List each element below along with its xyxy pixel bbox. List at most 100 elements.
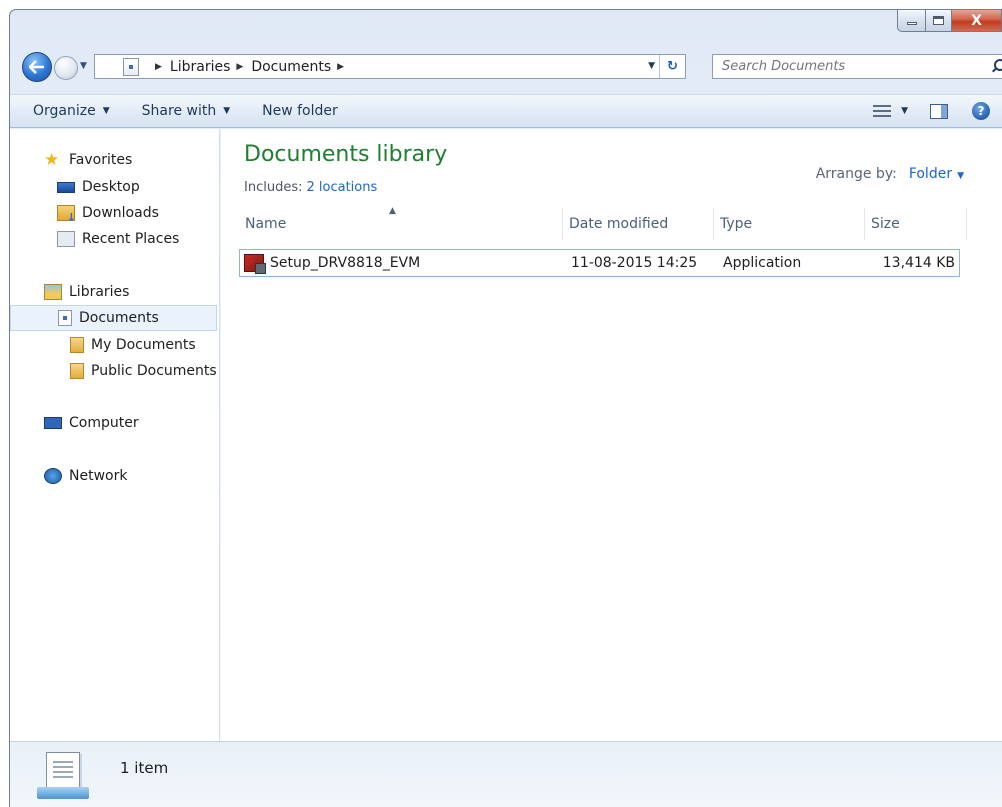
library-title: Documents library [244, 142, 448, 167]
explorer-window: X ▼ ▶ Libraries ▶ Documents ▶ ▼ ↻ Organi… [9, 9, 1002, 807]
locations-link[interactable]: 2 locations [306, 180, 377, 195]
sidebar-item-computer[interactable]: Computer [10, 410, 219, 436]
sidebar-item-label: Desktop [82, 178, 140, 195]
maximize-icon [933, 16, 944, 25]
minimize-icon [906, 22, 917, 25]
sidebar-item-label: Public Documents [91, 362, 217, 379]
help-icon[interactable]: ? [972, 102, 990, 120]
refresh-icon: ↻ [667, 59, 678, 74]
view-options-dropdown-icon[interactable]: ▼ [901, 106, 908, 116]
library-documents-icon [37, 752, 89, 799]
column-header-type[interactable]: Type [714, 208, 865, 240]
breadcrumb-separator-icon[interactable]: ▶ [155, 62, 162, 72]
table-row[interactable]: Setup_DRV8818_EVM 11-08-2015 14:25 Appli… [239, 249, 960, 277]
sidebar-item-label: Favorites [69, 152, 133, 169]
file-date-cell: 11-08-2015 14:25 [571, 255, 698, 271]
chevron-down-icon[interactable]: ▼ [957, 171, 964, 181]
share-with-menu-button[interactable]: Share with ▼ [126, 95, 246, 127]
organize-menu-button[interactable]: Organize ▼ [10, 95, 126, 127]
sort-ascending-icon: ▲ [389, 206, 396, 216]
column-label: Size [871, 216, 900, 232]
folder-icon [70, 336, 84, 353]
includes-label: Includes: [244, 180, 303, 195]
column-label: Type [720, 216, 753, 232]
documents-library-icon [123, 57, 139, 76]
library-includes: Includes: 2 locations [244, 180, 377, 195]
address-history-dropdown-icon[interactable]: ▼ [648, 61, 655, 71]
sidebar-item-recent-places[interactable]: Recent Places [10, 226, 219, 252]
arrange-by-control: Arrange by: Folder ▼ [816, 166, 964, 182]
search-box[interactable] [712, 54, 1002, 79]
new-folder-label: New folder [262, 103, 338, 119]
file-list-pane: Documents library Includes: 2 locations A… [221, 129, 1002, 741]
sidebar-item-label: My Documents [91, 336, 196, 353]
sidebar-item-libraries[interactable]: Libraries [10, 279, 219, 305]
desktop-icon [57, 182, 75, 194]
sidebar-item-label: Recent Places [82, 231, 180, 248]
refresh-button[interactable]: ↻ [659, 55, 685, 78]
downloads-folder-icon [57, 204, 76, 224]
column-header-size[interactable]: Size [865, 208, 967, 240]
file-size-cell: 13,414 KB [882, 255, 955, 271]
breadcrumb-separator-icon[interactable]: ▶ [337, 62, 344, 72]
navigation-pane: ★ Favorites Desktop Downloads Recent Plac… [10, 129, 220, 741]
sidebar-item-downloads[interactable]: Downloads [10, 200, 219, 226]
breadcrumb-separator-icon[interactable]: ▶ [236, 62, 243, 72]
back-arrow-icon [29, 60, 44, 74]
breadcrumb-libraries[interactable]: Libraries [170, 59, 230, 75]
folder-icon [70, 362, 84, 379]
sidebar-item-my-documents[interactable]: My Documents [10, 331, 219, 357]
column-header-name[interactable]: ▲ Name [239, 206, 563, 240]
caption-buttons: X [897, 10, 1002, 32]
close-icon: X [971, 12, 982, 29]
column-header-date-modified[interactable]: Date modified [563, 208, 714, 240]
breadcrumb-documents[interactable]: Documents [251, 59, 331, 75]
documents-icon [58, 310, 72, 327]
maximize-button[interactable] [925, 10, 952, 32]
computer-icon [44, 417, 62, 430]
application-icon [244, 254, 266, 274]
arrange-by-label: Arrange by: [815, 166, 897, 182]
sidebar-item-public-documents[interactable]: Public Documents [10, 358, 219, 384]
file-name: Setup_DRV8818_EVM [270, 255, 421, 271]
command-bar: Organize ▼ Share with ▼ New folder ▼ ? [10, 94, 1002, 128]
file-name-cell: Setup_DRV8818_EVM [240, 254, 565, 274]
sidebar-item-label: Computer [69, 415, 139, 432]
breadcrumb: ▶ Libraries ▶ Documents ▶ [149, 59, 352, 75]
command-bar-right: ▼ ? [873, 95, 1002, 127]
forward-button[interactable] [54, 56, 78, 80]
recent-pages-dropdown[interactable]: ▼ [80, 61, 87, 71]
back-button[interactable] [22, 52, 52, 82]
search-icon[interactable] [994, 59, 1002, 71]
sidebar-item-desktop[interactable]: Desktop [10, 173, 219, 199]
network-icon [44, 467, 62, 484]
chevron-down-icon: ▼ [102, 106, 110, 116]
libraries-icon [44, 283, 62, 300]
column-headers: ▲ Name Date modified Type Size [239, 206, 975, 240]
star-icon: ★ [44, 150, 60, 171]
address-bar[interactable]: ▶ Libraries ▶ Documents ▶ ▼ ↻ [94, 54, 686, 79]
sidebar-item-label: Downloads [82, 204, 159, 221]
preview-pane-icon[interactable] [930, 103, 948, 119]
file-type-cell: Application [723, 255, 802, 271]
sidebar-item-network[interactable]: Network [10, 463, 219, 489]
chevron-down-icon: ▼ [223, 106, 231, 116]
change-view-icon[interactable] [873, 104, 893, 118]
close-button[interactable]: X [952, 10, 1002, 32]
search-input[interactable] [722, 59, 977, 74]
sidebar-item-favorites[interactable]: ★ Favorites [10, 147, 219, 173]
minimize-button[interactable] [897, 10, 925, 32]
sidebar-item-documents[interactable]: Documents [10, 304, 217, 332]
recent-places-icon [57, 231, 75, 248]
column-label: Date modified [569, 216, 669, 232]
organize-label: Organize [33, 103, 96, 119]
sidebar-item-label: Network [69, 467, 128, 484]
arrange-by-value[interactable]: Folder [909, 166, 952, 182]
column-label: Name [245, 216, 287, 232]
navigation-row: ▼ ▶ Libraries ▶ Documents ▶ ▼ ↻ [22, 52, 1002, 82]
new-folder-button[interactable]: New folder [246, 95, 354, 127]
share-with-label: Share with [141, 103, 217, 119]
